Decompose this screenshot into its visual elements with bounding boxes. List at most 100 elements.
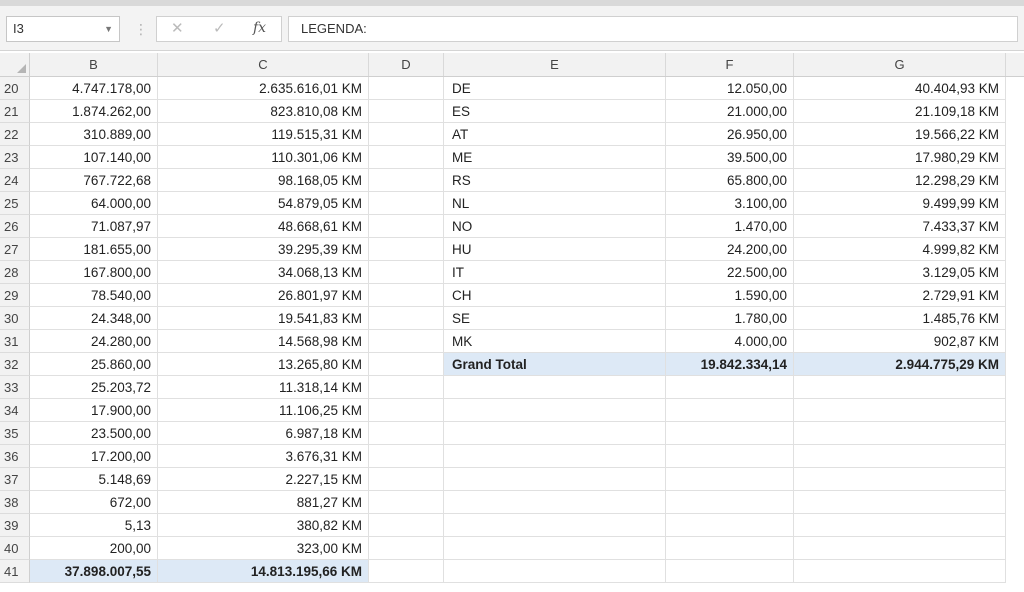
cell-e[interactable]: AT <box>444 123 666 146</box>
cell-c[interactable]: 11.106,25 KM <box>158 399 369 422</box>
row-header[interactable]: 34 <box>0 399 30 422</box>
cell-d[interactable] <box>369 261 444 284</box>
cell-f[interactable] <box>666 514 794 537</box>
cell-g[interactable]: 1.485,76 KM <box>794 307 1006 330</box>
cell-b[interactable]: 24.348,00 <box>30 307 158 330</box>
row-header[interactable]: 27 <box>0 238 30 261</box>
row-header[interactable]: 39 <box>0 514 30 537</box>
cell-b[interactable]: 107.140,00 <box>30 146 158 169</box>
cell-b[interactable]: 64.000,00 <box>30 192 158 215</box>
cell-f[interactable] <box>666 422 794 445</box>
cell-b[interactable]: 1.874.262,00 <box>30 100 158 123</box>
row-header[interactable]: 29 <box>0 284 30 307</box>
cell-c[interactable]: 13.265,80 KM <box>158 353 369 376</box>
cell-f[interactable]: 26.950,00 <box>666 123 794 146</box>
cell-g[interactable]: 19.566,22 KM <box>794 123 1006 146</box>
cell-b[interactable]: 310.889,00 <box>30 123 158 146</box>
cell-c[interactable]: 11.318,14 KM <box>158 376 369 399</box>
column-header-d[interactable]: D <box>369 53 444 76</box>
cell-d[interactable] <box>369 537 444 560</box>
cell-g[interactable]: 7.433,37 KM <box>794 215 1006 238</box>
cell-e[interactable]: DE <box>444 77 666 100</box>
cell-c[interactable]: 34.068,13 KM <box>158 261 369 284</box>
cell-d[interactable] <box>369 215 444 238</box>
cell-f[interactable] <box>666 560 794 583</box>
cell-d[interactable] <box>369 123 444 146</box>
cell-b[interactable]: 672,00 <box>30 491 158 514</box>
cell-g[interactable] <box>794 514 1006 537</box>
cell-e[interactable]: NL <box>444 192 666 215</box>
cell-e[interactable]: IT <box>444 261 666 284</box>
cell-c[interactable]: 39.295,39 KM <box>158 238 369 261</box>
cell-g[interactable] <box>794 537 1006 560</box>
cell-f[interactable]: 22.500,00 <box>666 261 794 284</box>
column-header-b[interactable]: B <box>30 53 158 76</box>
cell-f[interactable] <box>666 399 794 422</box>
cell-f[interactable]: 12.050,00 <box>666 77 794 100</box>
cell-b[interactable]: 71.087,97 <box>30 215 158 238</box>
cell-d[interactable] <box>369 284 444 307</box>
row-header[interactable]: 28 <box>0 261 30 284</box>
cell-d[interactable] <box>369 169 444 192</box>
cell-e[interactable]: RS <box>444 169 666 192</box>
cell-f[interactable] <box>666 445 794 468</box>
cell-b[interactable]: 200,00 <box>30 537 158 560</box>
cell-d[interactable] <box>369 353 444 376</box>
column-header-c[interactable]: C <box>158 53 369 76</box>
cell-c[interactable]: 3.676,31 KM <box>158 445 369 468</box>
name-box[interactable]: I3 ▼ <box>6 16 120 42</box>
cell-b[interactable]: 4.747.178,00 <box>30 77 158 100</box>
cell-c[interactable]: 48.668,61 KM <box>158 215 369 238</box>
row-header[interactable]: 30 <box>0 307 30 330</box>
cell-g[interactable] <box>794 422 1006 445</box>
cell-g[interactable]: 12.298,29 KM <box>794 169 1006 192</box>
cell-d[interactable] <box>369 192 444 215</box>
row-header[interactable]: 41 <box>0 560 30 583</box>
insert-function-icon[interactable]: fx <box>253 20 266 36</box>
chevron-down-icon[interactable]: ▼ <box>104 17 113 41</box>
cell-f[interactable]: 21.000,00 <box>666 100 794 123</box>
cell-f[interactable]: 3.100,00 <box>666 192 794 215</box>
cell-c[interactable]: 14.813.195,66 KM <box>158 560 369 583</box>
formula-input[interactable]: LEGENDA: <box>288 16 1018 42</box>
cell-e[interactable]: NO <box>444 215 666 238</box>
cell-e[interactable]: ME <box>444 146 666 169</box>
cell-f[interactable]: 1.470,00 <box>666 215 794 238</box>
cell-e[interactable]: ES <box>444 100 666 123</box>
cell-d[interactable] <box>369 376 444 399</box>
cell-g[interactable] <box>794 468 1006 491</box>
cell-f[interactable]: 65.800,00 <box>666 169 794 192</box>
cell-b[interactable]: 5.148,69 <box>30 468 158 491</box>
cell-e[interactable]: MK <box>444 330 666 353</box>
cell-e[interactable] <box>444 491 666 514</box>
cell-b[interactable]: 25.860,00 <box>30 353 158 376</box>
cell-e[interactable]: Grand Total <box>444 353 666 376</box>
cell-g[interactable]: 17.980,29 KM <box>794 146 1006 169</box>
row-header[interactable]: 20 <box>0 77 30 100</box>
cell-c[interactable]: 2.635.616,01 KM <box>158 77 369 100</box>
cell-b[interactable]: 78.540,00 <box>30 284 158 307</box>
cell-c[interactable]: 19.541,83 KM <box>158 307 369 330</box>
cell-g[interactable]: 4.999,82 KM <box>794 238 1006 261</box>
cell-b[interactable]: 17.200,00 <box>30 445 158 468</box>
cell-g[interactable] <box>794 560 1006 583</box>
cell-d[interactable] <box>369 330 444 353</box>
cell-c[interactable]: 2.227,15 KM <box>158 468 369 491</box>
column-header-f[interactable]: F <box>666 53 794 76</box>
cell-e[interactable]: CH <box>444 284 666 307</box>
cell-d[interactable] <box>369 100 444 123</box>
cell-b[interactable]: 167.800,00 <box>30 261 158 284</box>
select-all-corner[interactable] <box>0 53 30 76</box>
cell-e[interactable]: SE <box>444 307 666 330</box>
cell-e[interactable] <box>444 399 666 422</box>
cell-f[interactable] <box>666 491 794 514</box>
cell-g[interactable]: 3.129,05 KM <box>794 261 1006 284</box>
row-header[interactable]: 35 <box>0 422 30 445</box>
cell-c[interactable]: 6.987,18 KM <box>158 422 369 445</box>
row-header[interactable]: 36 <box>0 445 30 468</box>
cell-g[interactable] <box>794 399 1006 422</box>
row-header[interactable]: 33 <box>0 376 30 399</box>
cell-f[interactable]: 4.000,00 <box>666 330 794 353</box>
cell-c[interactable]: 823.810,08 KM <box>158 100 369 123</box>
drag-handle-icon[interactable]: ⋮ <box>134 20 148 38</box>
